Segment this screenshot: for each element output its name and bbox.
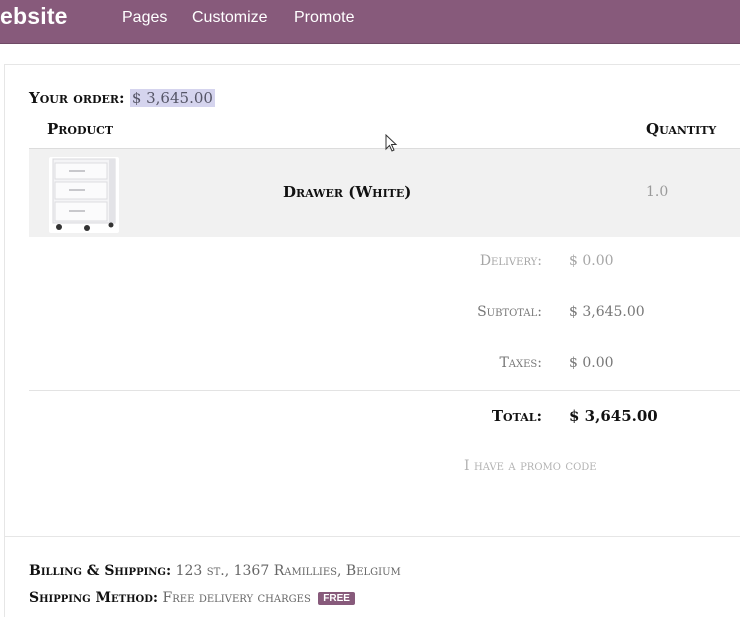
table-row: Drawer (White) 1.0 bbox=[29, 148, 740, 237]
nav-customize[interactable]: Customize bbox=[192, 9, 268, 27]
mouse-pointer-icon bbox=[385, 133, 399, 158]
taxes-value: $ 0.00 bbox=[569, 355, 614, 371]
total-label: Total: bbox=[491, 407, 542, 425]
totals-divider bbox=[29, 390, 740, 391]
billing-shipping-line: Billing & Shipping: 123 st., 1367 Ramill… bbox=[29, 563, 401, 579]
column-header-product: Product bbox=[47, 120, 114, 138]
column-header-quantity: Quantity bbox=[646, 120, 717, 138]
shipping-method-label: Shipping Method: bbox=[29, 590, 159, 606]
subtotal-label: Subtotal: bbox=[477, 304, 542, 320]
product-name[interactable]: Drawer (White) bbox=[283, 183, 411, 201]
product-quantity: 1.0 bbox=[646, 184, 669, 200]
order-amount: $ 3,645.00 bbox=[129, 89, 215, 107]
total-value: $ 3,645.00 bbox=[569, 407, 658, 425]
order-summary-title: Your order: $ 3,645.00 bbox=[29, 89, 215, 107]
taxes-label: Taxes: bbox=[499, 355, 542, 371]
top-navbar: ebsite Pages Customize Promote bbox=[0, 0, 740, 44]
billing-address: 123 st., 1367 Ramillies, Belgium bbox=[175, 563, 401, 579]
promo-code-link[interactable]: I have a promo code bbox=[464, 458, 597, 474]
nav-promote[interactable]: Promote bbox=[294, 9, 354, 27]
order-card bbox=[4, 64, 740, 617]
footer-divider bbox=[4, 536, 740, 537]
shipping-method-line: Shipping Method: Free delivery charges F… bbox=[29, 590, 355, 606]
delivery-label: Delivery: bbox=[479, 253, 542, 269]
website-brand[interactable]: ebsite bbox=[0, 3, 68, 30]
drawer-unit-image[interactable] bbox=[49, 157, 119, 233]
free-badge: Free bbox=[318, 592, 355, 605]
order-label: Your order: bbox=[29, 89, 125, 107]
delivery-value: $ 0.00 bbox=[569, 253, 614, 269]
subtotal-value: $ 3,645.00 bbox=[569, 304, 645, 320]
billing-label: Billing & Shipping: bbox=[29, 563, 172, 579]
nav-pages[interactable]: Pages bbox=[122, 9, 167, 27]
shipping-method-value: Free delivery charges bbox=[162, 590, 311, 606]
